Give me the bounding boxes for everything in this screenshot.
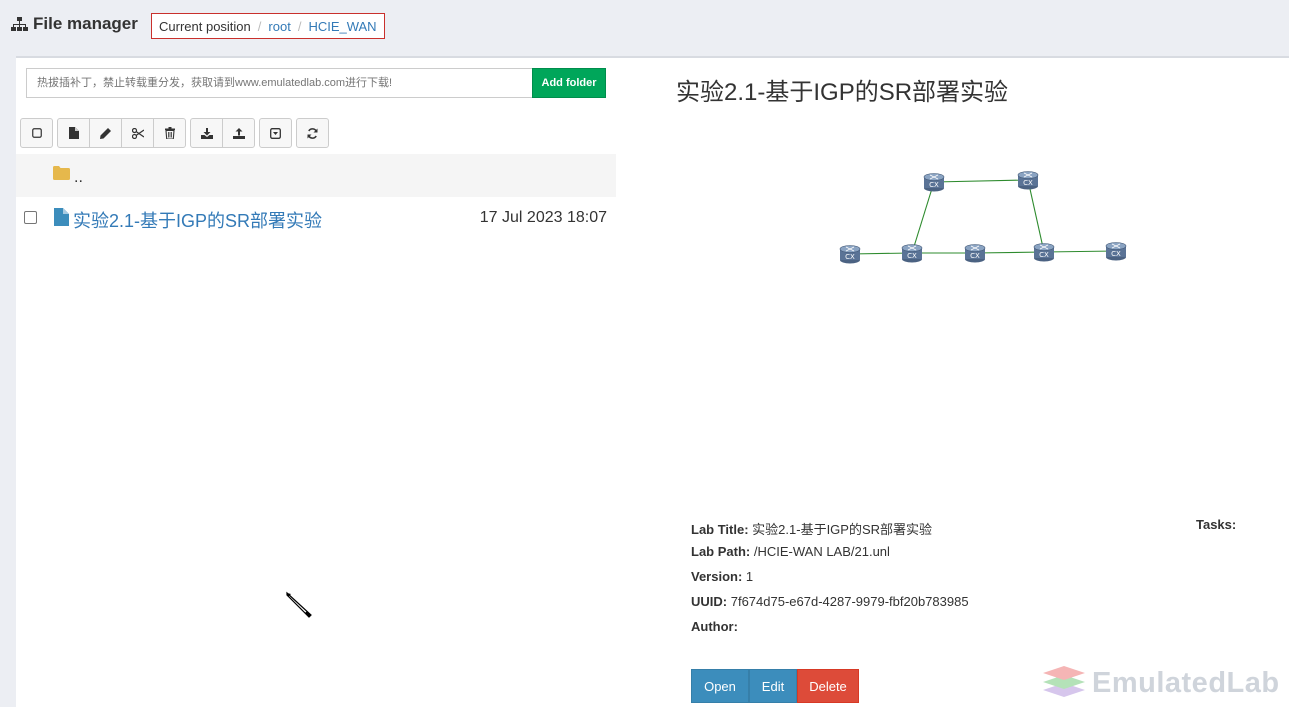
watermark-text: EmulatedLab (1092, 667, 1280, 699)
lab-author-line: Author: (691, 619, 969, 644)
breadcrumb-item-hcie-wan[interactable]: HCIE_WAN (308, 19, 376, 34)
select-all-button[interactable] (20, 118, 53, 148)
delete-file-button[interactable] (153, 118, 186, 148)
folder-icon (53, 166, 70, 185)
router-node: CX (901, 244, 923, 263)
import-icon (270, 127, 281, 139)
router-node: CX (839, 245, 861, 264)
router-label: CX (970, 252, 980, 260)
file-manager-title: File manager (11, 14, 138, 34)
parent-folder-label: .. (74, 168, 83, 186)
download-button[interactable] (190, 118, 223, 148)
upload-button[interactable] (222, 118, 255, 148)
router-node: CX (964, 244, 986, 263)
upload-icon (232, 127, 245, 139)
lab-path-label: Lab Path: (691, 544, 751, 559)
router-label: CX (845, 253, 855, 261)
edit-lab-button[interactable]: Edit (749, 669, 797, 703)
lab-path-line: Lab Path: /HCIE-WAN LAB/21.unl (691, 544, 969, 569)
file-checkbox[interactable] (24, 211, 37, 224)
emulatedlab-watermark: EmulatedLab (1042, 663, 1280, 704)
lab-version-value: 1 (745, 569, 754, 584)
mouse-cursor-icon (285, 591, 315, 626)
new-file-icon (68, 127, 79, 139)
breadcrumb-item-root[interactable]: root (268, 19, 290, 34)
new-file-button[interactable] (57, 118, 90, 148)
file-toolbar (20, 118, 329, 148)
layers-logo-icon (1042, 663, 1086, 704)
file-date: 17 Jul 2023 18:07 (479, 209, 607, 226)
lab-info: Lab Title: 实验2.1-基于IGP的SR部署实验 Lab Path: … (691, 519, 969, 644)
import-button[interactable] (259, 118, 292, 148)
sitemap-icon (11, 16, 28, 32)
pencil-icon (100, 127, 111, 139)
lab-path-value: /HCIE-WAN LAB/21.unl (753, 544, 890, 559)
open-lab-button[interactable]: Open (691, 669, 749, 703)
router-node: CX (1033, 243, 1055, 262)
lab-author-label: Author: (691, 619, 738, 634)
topology-links (849, 179, 1117, 255)
download-icon (200, 127, 213, 139)
breadcrumb-separator: / (297, 18, 302, 34)
router-label: CX (1039, 251, 1049, 259)
lab-version-line: Version: 1 (691, 569, 969, 594)
router-node: CX (1105, 242, 1127, 261)
topology-diagram: CX CX CX CX CX CX CX (839, 171, 1127, 264)
file-icon (54, 208, 69, 231)
router-node: CX (923, 173, 945, 192)
import-group (259, 118, 292, 148)
breadcrumb-separator: / (257, 18, 262, 34)
add-folder-button[interactable]: Add folder (532, 68, 606, 98)
lab-title-line: Lab Title: 实验2.1-基于IGP的SR部署实验 (691, 519, 969, 544)
refresh-group (296, 118, 329, 148)
file-manager-title-text: File manager (33, 14, 138, 33)
cut-button[interactable] (121, 118, 154, 148)
breadcrumb-label: Current position (159, 18, 251, 34)
trash-icon (164, 127, 175, 139)
edit-group (57, 118, 186, 148)
lab-version-label: Version: (691, 569, 743, 584)
checkbox-icon (31, 128, 42, 138)
lab-uuid-line: UUID: 7f674d75-e67d-4287-9979-fbf20b7839… (691, 594, 969, 619)
router-label: CX (1023, 179, 1033, 187)
lab-title-label: Lab Title: (691, 522, 749, 537)
router-label: CX (1111, 250, 1121, 258)
router-label: CX (907, 252, 917, 260)
router-node: CX (1017, 171, 1039, 190)
lab-action-buttons: Open Edit Delete (691, 669, 859, 703)
refresh-button[interactable] (296, 118, 329, 148)
rename-button[interactable] (89, 118, 122, 148)
select-group (20, 118, 53, 148)
file-name-link[interactable]: 实验2.1-基于IGP的SR部署实验 (73, 207, 322, 233)
lab-uuid-value: 7f674d75-e67d-4287-9979-fbf20b783985 (730, 594, 969, 609)
refresh-icon (307, 127, 318, 139)
lab-preview-panel: 实验2.1-基于IGP的SR部署实验 CX CX CX CX CX CX CX Lab Ti… (616, 58, 1289, 707)
router-label: CX (929, 181, 939, 189)
transfer-group (190, 118, 255, 148)
top-bar: File manager Current position / root / H… (0, 0, 1289, 56)
parent-folder-row[interactable]: .. (16, 154, 616, 197)
lab-title-value: 实验2.1-基于IGP的SR部署实验 (752, 522, 933, 537)
delete-lab-button[interactable]: Delete (797, 669, 859, 703)
file-browser-panel: Add folder (16, 58, 616, 707)
folder-name-input[interactable] (26, 68, 533, 98)
scissors-icon (131, 127, 144, 139)
tasks-label: Tasks: (1196, 517, 1237, 532)
lab-uuid-label: UUID: (691, 594, 728, 609)
breadcrumb: Current position / root / HCIE_WAN (151, 13, 385, 39)
file-row: 实验2.1-基于IGP的SR部署实验 17 Jul 2023 18:07 (16, 199, 616, 237)
